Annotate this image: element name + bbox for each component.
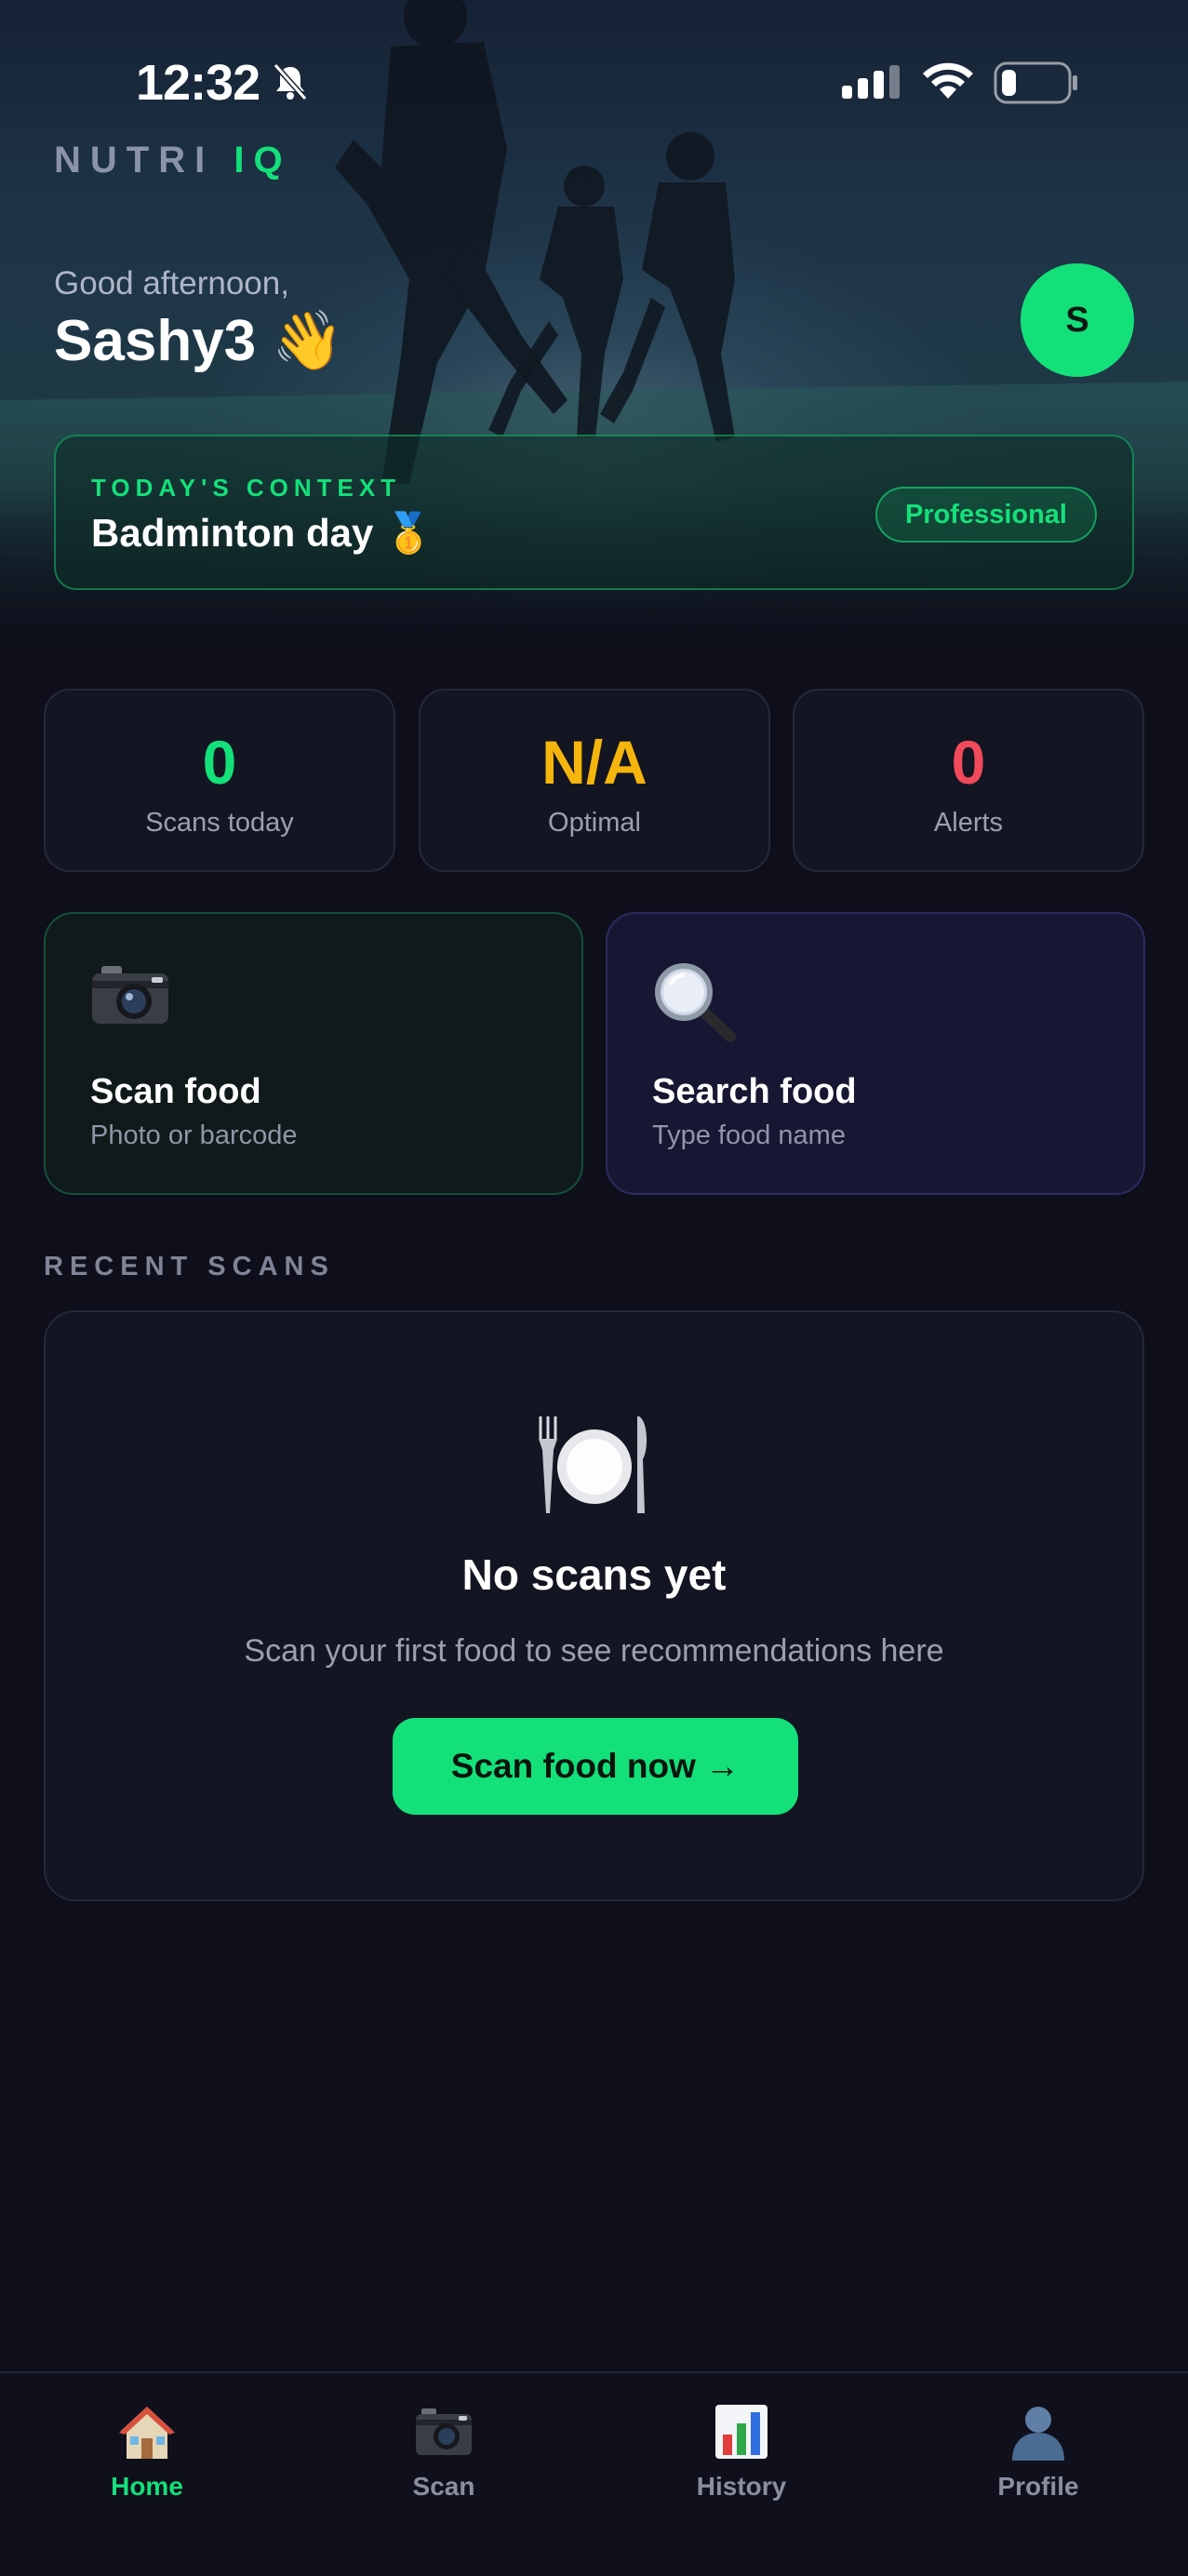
- stat-label: Optimal: [548, 808, 641, 838]
- tab-profile[interactable]: Profile: [954, 2403, 1122, 2542]
- stat-value: 0: [951, 728, 986, 797]
- tab-label: History: [696, 2472, 787, 2501]
- logo-primary: NUTRI: [54, 140, 215, 181]
- search-food-title: Search food: [652, 1072, 857, 1111]
- person-icon: [1012, 2407, 1064, 2461]
- today-context-card[interactable]: TODAY'S CONTEXT Badminton day 🥇 Professi…: [54, 435, 1134, 590]
- camera-icon: [92, 966, 168, 1024]
- empty-state-title: No scans yet: [461, 1550, 727, 1599]
- bottom-tab-bar: Home Scan History Profile: [0, 2371, 1188, 2576]
- context-value: Badminton day 🥇: [91, 511, 434, 555]
- stat-value: N/A: [541, 728, 647, 797]
- user-name: Sashy3 👋: [54, 309, 344, 373]
- app-logo: NUTRI IQ: [54, 140, 292, 181]
- tab-label: Home: [111, 2472, 183, 2501]
- stat-value: 0: [202, 728, 237, 797]
- recent-scans-card: No scans yet Scan your first food to see…: [44, 1310, 1144, 1901]
- level-badge: Professional: [874, 487, 1097, 543]
- search-food-card[interactable]: Search food Type food name: [606, 912, 1145, 1195]
- stat-label: Alerts: [933, 808, 1004, 838]
- house-icon: [119, 2407, 175, 2459]
- stat-scans-today: 0 Scans today: [44, 689, 395, 872]
- logo-accent: IQ: [234, 140, 292, 181]
- camera-icon: [416, 2408, 472, 2455]
- tab-history[interactable]: History: [658, 2403, 825, 2542]
- tab-label: Profile: [997, 2472, 1079, 2501]
- scan-food-subtitle: Photo or barcode: [90, 1120, 298, 1150]
- scan-food-now-button[interactable]: Scan food now →: [393, 1718, 798, 1815]
- plate-cutlery-icon: [539, 1416, 647, 1513]
- stat-alerts: 0 Alerts: [793, 689, 1144, 872]
- tab-home[interactable]: Home: [63, 2403, 231, 2542]
- scan-food-card[interactable]: Scan food Photo or barcode: [44, 912, 583, 1195]
- tab-scan[interactable]: Scan: [360, 2403, 527, 2542]
- home-screen: 12:32 NUTRI IQ Good afternoon, Sashy3 👋 …: [0, 0, 1188, 2576]
- tab-label: Scan: [412, 2472, 475, 2501]
- recent-scans-heading: RECENT SCANS: [44, 1252, 335, 1281]
- battery-icon: [994, 61, 1077, 104]
- wifi-icon: [923, 62, 973, 99]
- avatar[interactable]: S: [1021, 263, 1134, 377]
- empty-state-subtitle: Scan your first food to see recommendati…: [244, 1633, 944, 1669]
- bell-muted-icon: [273, 63, 308, 101]
- context-label: TODAY'S CONTEXT: [91, 474, 402, 502]
- scan-food-title: Scan food: [90, 1072, 261, 1111]
- cellular-signal-icon: [842, 65, 900, 99]
- magnifier-icon: [655, 963, 736, 1042]
- status-time: 12:32: [136, 55, 260, 111]
- stat-optimal: N/A Optimal: [419, 689, 770, 872]
- bar-chart-icon: [715, 2405, 768, 2459]
- stat-label: Scans today: [145, 808, 294, 838]
- greeting-text: Good afternoon,: [54, 265, 289, 302]
- search-food-subtitle: Type food name: [652, 1120, 846, 1150]
